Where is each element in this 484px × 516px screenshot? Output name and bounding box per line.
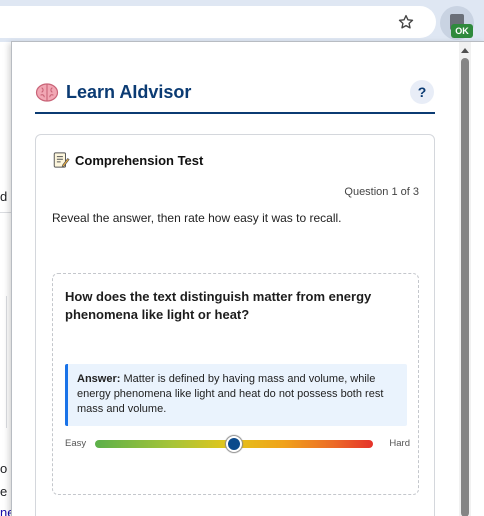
- answer-text: Matter is defined by having mass and vol…: [77, 373, 384, 415]
- bg-divider: [6, 296, 7, 428]
- answer-panel: Answer: Matter is defined by having mass…: [65, 364, 407, 426]
- slider-thumb[interactable]: [226, 436, 242, 452]
- bg-text-fragment: d: [0, 189, 8, 204]
- answer-label: Answer:: [77, 373, 121, 385]
- scroll-thumb[interactable]: [461, 58, 469, 516]
- popup-header: Learn AIdvisor ?: [35, 78, 435, 114]
- difficulty-slider: Easy Hard: [65, 436, 410, 452]
- comprehension-test-card: Comprehension Test Question 1 of 3 Revea…: [35, 134, 435, 516]
- scrollbar[interactable]: [459, 42, 471, 516]
- bg-divider: [0, 212, 11, 213]
- bg-text-fragment: e: [0, 484, 8, 499]
- help-button[interactable]: ?: [410, 80, 434, 104]
- question-text: How does the text distinguish matter fro…: [65, 289, 372, 322]
- scroll-up-arrow-icon[interactable]: [461, 48, 469, 53]
- slider-easy-label: Easy: [65, 438, 87, 449]
- flashcard: How does the text distinguish matter fro…: [52, 273, 419, 495]
- slider-track[interactable]: [95, 436, 373, 452]
- slider-hard-label: Hard: [389, 438, 410, 449]
- extension-popup: Learn AIdvisor ? Comprehension Test Ques…: [11, 41, 484, 516]
- question-counter: Question 1 of 3: [344, 186, 419, 198]
- instructions-text: Reveal the answer, then rate how easy it…: [52, 211, 342, 225]
- memo-icon: [53, 152, 70, 168]
- app-title: Learn AIdvisor: [66, 82, 192, 102]
- bg-text-fragment: o: [0, 461, 8, 476]
- card-title: Comprehension Test: [75, 153, 204, 168]
- brain-icon: [35, 83, 59, 102]
